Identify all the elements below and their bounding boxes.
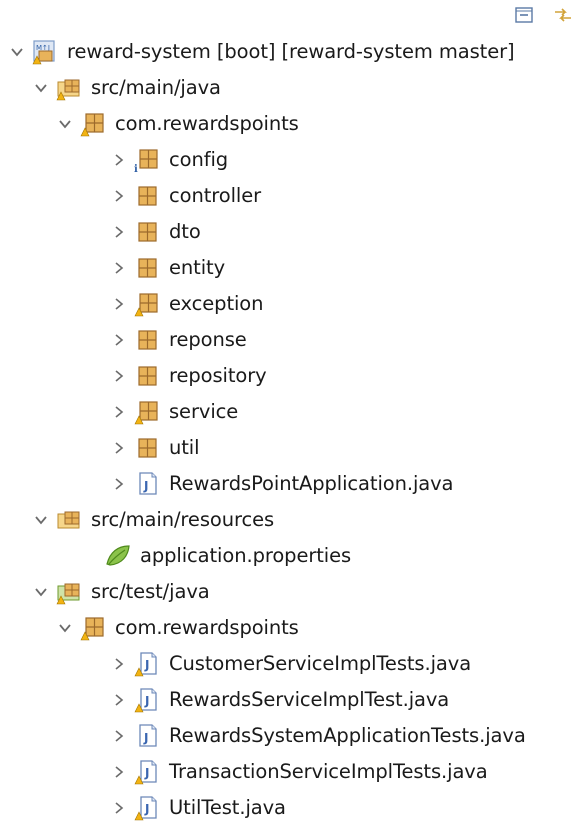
tree-row-config[interactable]: i config: [110, 142, 228, 178]
chevron-right-icon[interactable]: [110, 223, 128, 241]
dto-label: dto: [169, 220, 201, 243]
main-class-label: RewardsPointApplication.java: [169, 472, 454, 495]
test-transaction-label: TransactionServiceImplTests.java: [169, 760, 488, 783]
chevron-right-icon[interactable]: [110, 691, 128, 709]
chevron-right-icon[interactable]: [110, 151, 128, 169]
repository-label: repository: [169, 364, 267, 387]
chevron-right-icon[interactable]: [110, 763, 128, 781]
package-warning-icon: [79, 614, 107, 642]
tree-row-controller[interactable]: controller: [110, 178, 261, 214]
tree-row-entity[interactable]: entity: [110, 250, 225, 286]
svg-text:J: J: [143, 731, 148, 745]
util-label: util: [169, 436, 200, 459]
collapse-all-icon[interactable]: [514, 6, 536, 24]
test-rewards-service-label: RewardsServiceImplTest.java: [169, 688, 450, 711]
chevron-down-icon[interactable]: [8, 43, 26, 61]
source-folder-icon: [55, 74, 83, 102]
chevron-right-icon[interactable]: [110, 259, 128, 277]
test-rewards-system-label: RewardsSystemApplicationTests.java: [169, 724, 526, 747]
chevron-right-icon[interactable]: [110, 727, 128, 745]
svg-text:J: J: [144, 766, 149, 780]
svg-text:i: i: [134, 164, 138, 174]
package-warning-icon: [79, 110, 107, 138]
package-warning-icon: [133, 290, 161, 318]
tree-row-repository[interactable]: repository: [110, 358, 267, 394]
chevron-right-icon[interactable]: [110, 655, 128, 673]
tree-row-util[interactable]: util: [110, 430, 200, 466]
tree-row-reponse[interactable]: reponse: [110, 322, 247, 358]
svg-text:J: J: [144, 658, 149, 672]
package-info-icon: i: [133, 146, 161, 174]
tree-row-package-test[interactable]: com.rewardspoints: [56, 610, 299, 646]
tree-row-dto[interactable]: dto: [110, 214, 201, 250]
package-main-label: com.rewardspoints: [115, 112, 299, 135]
chevron-down-icon[interactable]: [32, 511, 50, 529]
tree-row-test-customer[interactable]: J CustomerServiceImplTests.java: [110, 646, 471, 682]
chevron-right-icon[interactable]: [110, 295, 128, 313]
package-icon: [133, 326, 161, 354]
package-warning-icon: [133, 398, 161, 426]
package-icon: [133, 254, 161, 282]
reponse-label: reponse: [169, 328, 247, 351]
tree-row-src-main-java[interactable]: src/main/java: [32, 70, 221, 106]
source-folder-icon: [55, 506, 83, 534]
config-label: config: [169, 148, 229, 171]
tree-row-service[interactable]: service: [110, 394, 238, 430]
tree-row-main-class[interactable]: J RewardsPointApplication.java: [110, 466, 454, 502]
java-file-warning-icon: J: [133, 758, 161, 786]
chevron-right-icon[interactable]: [110, 367, 128, 385]
link-with-editor-icon[interactable]: [552, 6, 574, 24]
svg-text:J: J: [143, 479, 148, 493]
package-icon: [133, 362, 161, 390]
exception-label: exception: [169, 292, 264, 315]
tree-row-project[interactable]: M↑J reward-system [boot] [reward-system …: [8, 34, 515, 70]
package-icon: [133, 434, 161, 462]
project-icon: M↑J: [31, 38, 59, 66]
tree-row-test-transaction[interactable]: J TransactionServiceImplTests.java: [110, 754, 488, 790]
java-file-warning-icon: J: [133, 686, 161, 714]
chevron-right-icon[interactable]: [110, 799, 128, 817]
chevron-right-icon[interactable]: [110, 439, 128, 457]
java-file-warning-icon: J: [133, 794, 161, 822]
tree-row-test-rewards-service[interactable]: J RewardsServiceImplTest.java: [110, 682, 449, 718]
java-file-icon: J: [133, 470, 161, 498]
package-test-label: com.rewardspoints: [115, 616, 299, 639]
tree-row-app-properties[interactable]: application.properties: [104, 538, 351, 574]
test-customer-label: CustomerServiceImplTests.java: [169, 652, 472, 675]
chevron-right-icon[interactable]: [110, 475, 128, 493]
src-test-java-label: src/test/java: [91, 580, 210, 603]
app-properties-label: application.properties: [140, 544, 352, 567]
chevron-down-icon[interactable]: [32, 583, 50, 601]
svg-text:J: J: [144, 802, 149, 816]
src-main-resources-label: src/main/resources: [91, 508, 275, 531]
entity-label: entity: [169, 256, 226, 279]
package-icon: [133, 218, 161, 246]
tree-row-src-test-java[interactable]: src/test/java: [32, 574, 210, 610]
spring-properties-icon: [104, 542, 132, 570]
test-folder-icon: [55, 578, 83, 606]
chevron-right-icon[interactable]: [110, 187, 128, 205]
project-label: reward-system [boot] [reward-system mast…: [67, 40, 515, 63]
chevron-down-icon[interactable]: [32, 79, 50, 97]
tree-row-test-util[interactable]: J UtilTest.java: [110, 790, 286, 826]
src-main-java-label: src/main/java: [91, 76, 221, 99]
controller-label: controller: [169, 184, 262, 207]
service-label: service: [169, 400, 239, 423]
tree-row-test-rewards-system[interactable]: J RewardsSystemApplicationTests.java: [110, 718, 526, 754]
tree-row-package-main[interactable]: com.rewardspoints: [56, 106, 299, 142]
chevron-right-icon[interactable]: [110, 403, 128, 421]
chevron-down-icon[interactable]: [56, 115, 74, 133]
tree-row-exception[interactable]: exception: [110, 286, 264, 322]
java-file-warning-icon: J: [133, 650, 161, 678]
chevron-right-icon[interactable]: [110, 331, 128, 349]
java-file-icon: J: [133, 722, 161, 750]
view-toolbar: [0, 0, 581, 30]
test-util-label: UtilTest.java: [169, 796, 286, 819]
chevron-down-icon[interactable]: [56, 619, 74, 637]
package-icon: [133, 182, 161, 210]
tree-row-src-main-resources[interactable]: src/main/resources: [32, 502, 274, 538]
svg-text:J: J: [144, 694, 149, 708]
